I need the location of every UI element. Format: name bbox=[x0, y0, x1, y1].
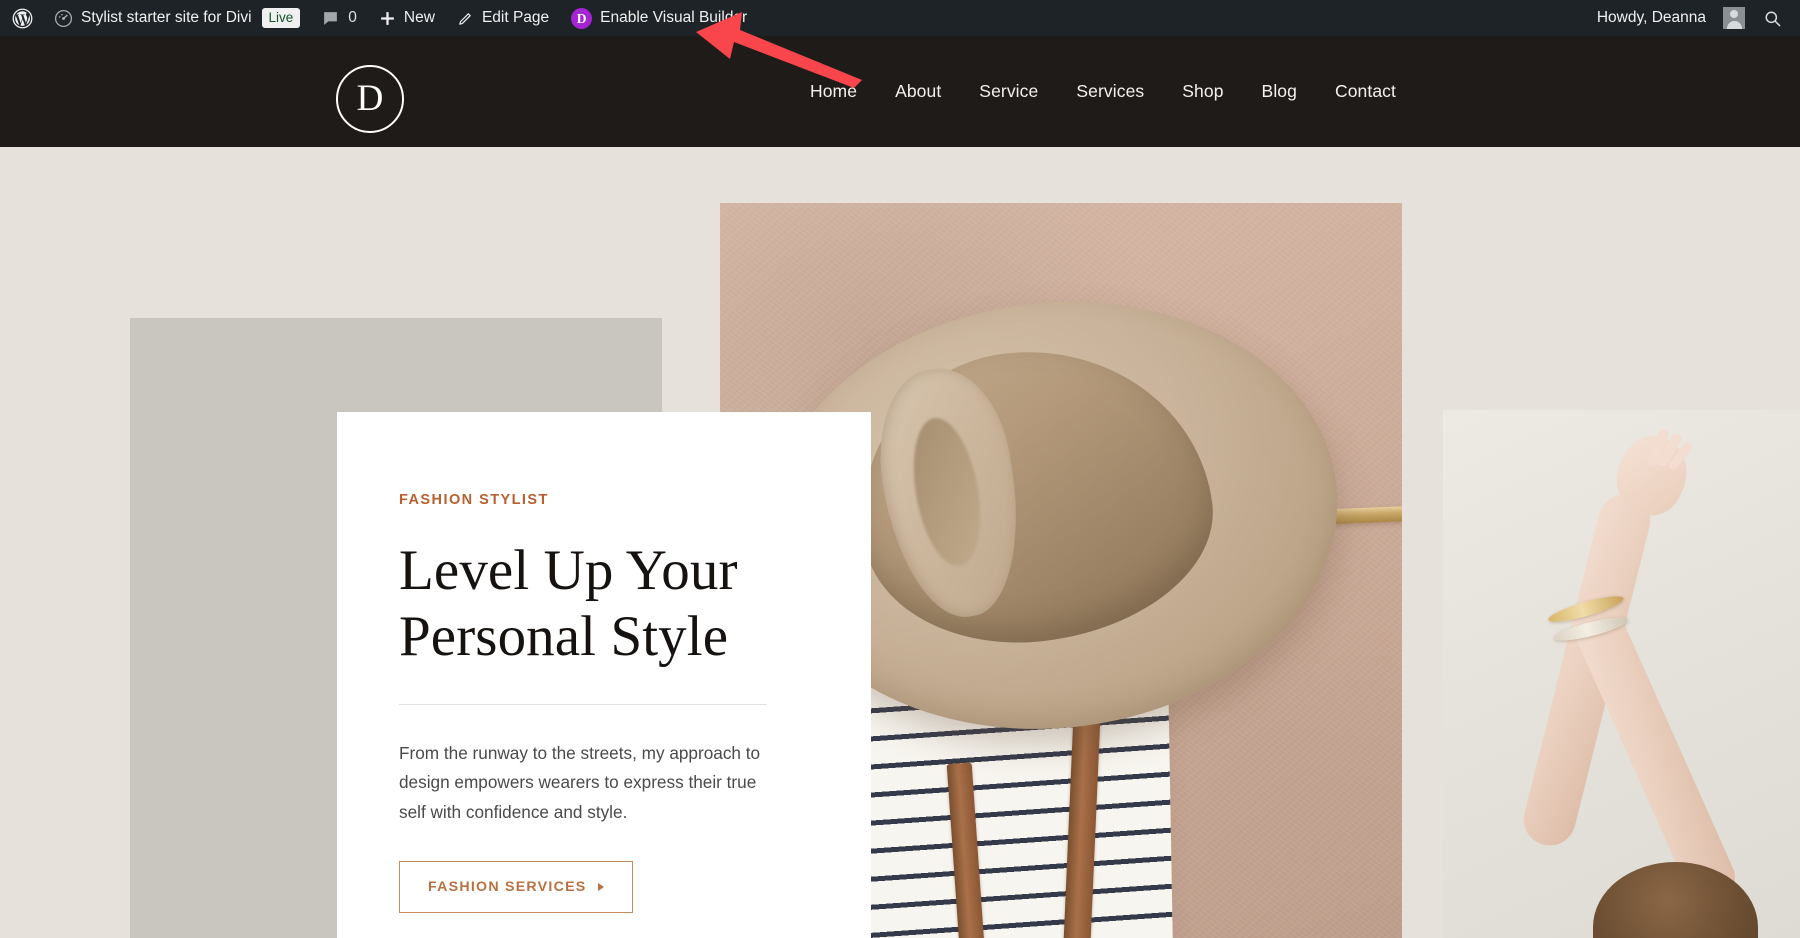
edit-page-menu-item[interactable]: Edit Page bbox=[446, 0, 560, 36]
howdy-label: Howdy, Deanna bbox=[1597, 9, 1715, 27]
nav-item-service[interactable]: Service bbox=[960, 81, 1057, 102]
hero-title-line-2: Personal Style bbox=[399, 605, 728, 668]
admin-bar-search-button[interactable] bbox=[1745, 0, 1786, 36]
live-badge: Live bbox=[262, 8, 301, 28]
hero-title-line-1: Level Up Your bbox=[399, 539, 738, 602]
nav-item-contact[interactable]: Contact bbox=[1316, 81, 1415, 102]
avatar bbox=[1723, 7, 1745, 29]
hero-divider bbox=[399, 704, 767, 705]
admin-bar-left-group: Stylist starter site for Divi Live 0 New… bbox=[0, 0, 758, 36]
main-navigation: Home About Service Services Shop Blog Co… bbox=[791, 36, 1800, 147]
site-logo[interactable]: D bbox=[336, 65, 404, 133]
enable-visual-builder-label: Enable Visual Builder bbox=[600, 9, 747, 27]
hero-body-text: From the runway to the streets, my appro… bbox=[399, 739, 771, 828]
nav-item-shop[interactable]: Shop bbox=[1163, 81, 1242, 102]
nav-item-home[interactable]: Home bbox=[791, 81, 876, 102]
plus-icon bbox=[379, 10, 396, 27]
fashion-services-button[interactable]: Fashion Services bbox=[399, 861, 633, 913]
triangle-right-icon bbox=[598, 883, 604, 891]
enable-visual-builder-menu-item[interactable]: D Enable Visual Builder bbox=[560, 0, 758, 36]
comment-bubble-icon bbox=[322, 10, 339, 27]
site-name-menu-item[interactable]: Stylist starter site for Divi Live bbox=[43, 0, 311, 36]
admin-bar-right-group: Howdy, Deanna bbox=[1586, 0, 1800, 36]
wp-logo-menu-item[interactable] bbox=[6, 0, 43, 36]
comments-menu-item[interactable]: 0 bbox=[311, 0, 368, 36]
nav-item-about[interactable]: About bbox=[876, 81, 960, 102]
new-content-menu-item[interactable]: New bbox=[368, 0, 446, 36]
comment-count: 0 bbox=[348, 9, 357, 27]
divi-logo-icon: D bbox=[571, 8, 592, 29]
hero-title: Level Up Your Personal Style bbox=[399, 538, 871, 670]
hero-section: Fashion Stylist Level Up Your Personal S… bbox=[0, 147, 1800, 938]
dashboard-icon bbox=[54, 9, 73, 28]
new-label: New bbox=[404, 9, 435, 27]
pencil-icon bbox=[457, 10, 474, 27]
site-name-label: Stylist starter site for Divi bbox=[81, 9, 252, 27]
search-icon bbox=[1763, 9, 1782, 28]
hero-image-right bbox=[1443, 410, 1800, 938]
hero-eyebrow: Fashion Stylist bbox=[399, 492, 871, 508]
site-logo-letter: D bbox=[357, 80, 384, 117]
wp-admin-bar: Stylist starter site for Divi Live 0 New… bbox=[0, 0, 1800, 36]
hero-content-card: Fashion Stylist Level Up Your Personal S… bbox=[337, 412, 871, 938]
nav-item-blog[interactable]: Blog bbox=[1243, 81, 1316, 102]
site-header: D Home About Service Services Shop Blog … bbox=[0, 36, 1800, 147]
nav-item-services[interactable]: Services bbox=[1057, 81, 1163, 102]
wordpress-logo-icon bbox=[12, 8, 33, 29]
fashion-services-button-label: Fashion Services bbox=[428, 879, 587, 895]
my-account-menu-item[interactable]: Howdy, Deanna bbox=[1586, 0, 1745, 36]
edit-page-label: Edit Page bbox=[482, 9, 549, 27]
